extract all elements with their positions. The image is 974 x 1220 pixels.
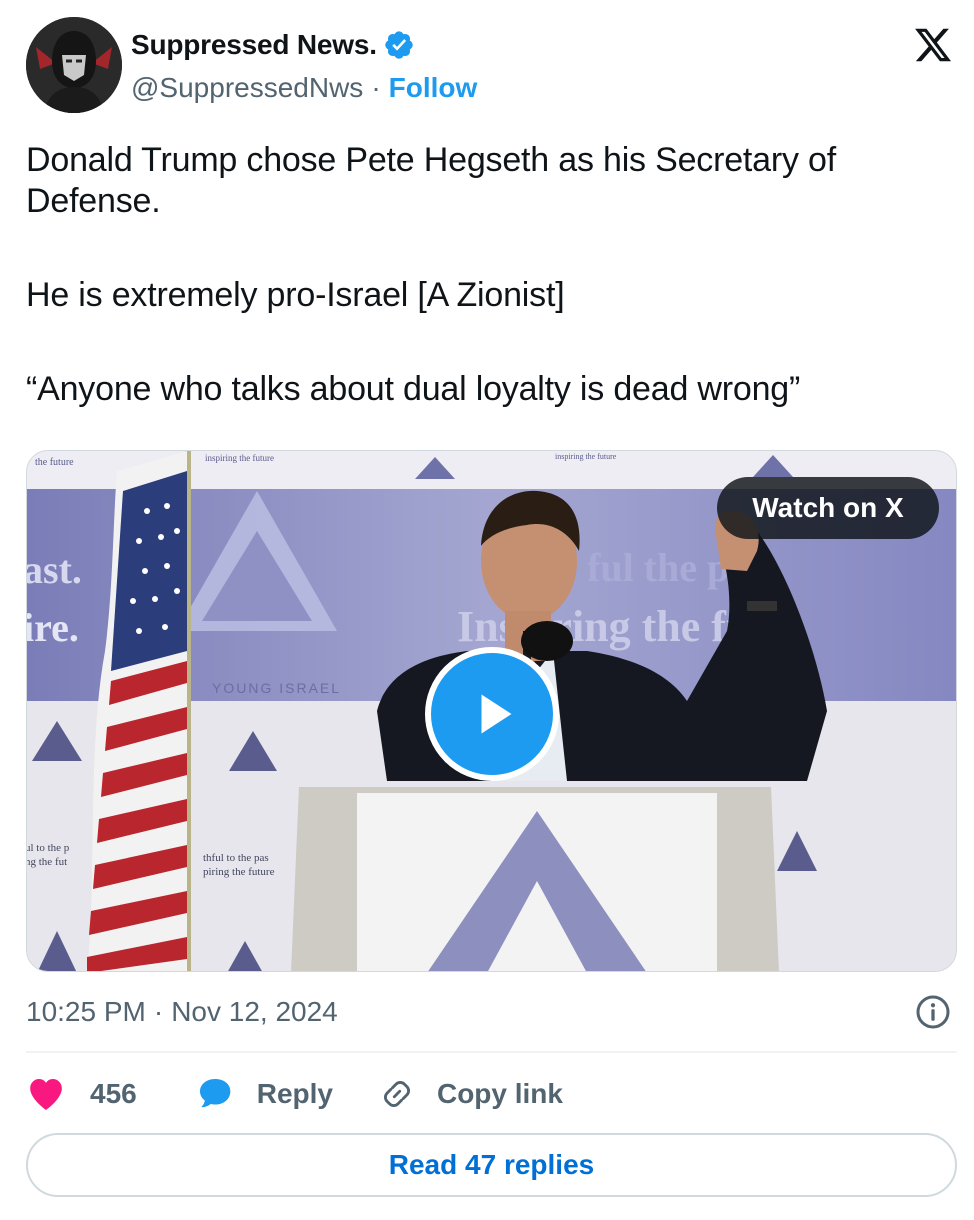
svg-text:inspiring the future: inspiring the future bbox=[205, 453, 274, 463]
reply-label: Reply bbox=[256, 1078, 333, 1109]
timestamp-separator: · bbox=[153, 996, 164, 1027]
read-replies-button[interactable]: Read 47 replies bbox=[26, 1133, 957, 1197]
like-button[interactable]: 456 bbox=[26, 1074, 137, 1114]
separator-dot: · bbox=[371, 72, 381, 103]
tweet-paragraph-2: He is extremely pro-Israel [A Zionist] bbox=[26, 276, 565, 314]
svg-text:YOUNG ISRAEL: YOUNG ISRAEL bbox=[212, 680, 341, 696]
tweet-embed: Suppressed News. @SuppressedNws · Follow… bbox=[0, 0, 974, 1220]
author-handle-row: @SuppressedNws · Follow bbox=[131, 70, 477, 106]
tweet-date: Nov 12, 2024 bbox=[171, 996, 338, 1027]
speech-bubble-icon bbox=[199, 1079, 231, 1108]
like-count: 456 bbox=[90, 1078, 137, 1109]
backdrop-text: the future bbox=[35, 457, 74, 468]
svg-text:ful the p: ful the p bbox=[587, 545, 729, 590]
link-icon bbox=[383, 1080, 410, 1108]
verified-badge-icon bbox=[383, 29, 415, 61]
tweet-text: Donald Trump chose Pete Hegseth as his S… bbox=[26, 140, 946, 410]
action-bar: 456 Reply Copy link bbox=[26, 1070, 563, 1118]
copy-link-button[interactable]: Copy link bbox=[379, 1076, 563, 1112]
heart-icon bbox=[30, 1079, 62, 1110]
author-handle[interactable]: @SuppressedNws bbox=[131, 72, 363, 104]
svg-text:piring the future: piring the future bbox=[203, 866, 275, 878]
author-avatar[interactable] bbox=[26, 17, 122, 113]
svg-text:thful to the pas: thful to the pas bbox=[203, 852, 269, 864]
avatar-image bbox=[26, 17, 122, 113]
play-button[interactable] bbox=[425, 647, 559, 781]
watch-on-x-button[interactable]: Watch on X bbox=[717, 477, 939, 539]
watch-on-x-label: Watch on X bbox=[752, 492, 904, 523]
timestamp[interactable]: 10:25 PM · Nov 12, 2024 bbox=[26, 992, 338, 1032]
tweet-paragraph-3: “Anyone who talks about dual loyalty is … bbox=[26, 370, 801, 408]
read-replies-label: Read 47 replies bbox=[388, 1149, 595, 1180]
x-logo-icon[interactable] bbox=[910, 25, 956, 65]
svg-text:ast.: ast. bbox=[27, 547, 82, 592]
svg-text:ul to the p: ul to the p bbox=[27, 842, 70, 854]
video-media[interactable]: the future inspiring the future inspirin… bbox=[26, 450, 957, 972]
tweet-paragraph-1: Donald Trump chose Pete Hegseth as his S… bbox=[26, 141, 837, 220]
play-icon bbox=[481, 694, 512, 734]
author-name[interactable]: Suppressed News. bbox=[131, 29, 377, 61]
tweet-time: 10:25 PM bbox=[26, 996, 146, 1027]
divider bbox=[26, 1051, 957, 1053]
reply-button[interactable]: Reply bbox=[195, 1074, 333, 1114]
author-name-row[interactable]: Suppressed News. bbox=[131, 27, 415, 63]
svg-text:ire.: ire. bbox=[27, 605, 79, 650]
svg-text:ng the fut: ng the fut bbox=[27, 856, 67, 868]
copy-link-label: Copy link bbox=[436, 1078, 563, 1109]
svg-text:inspiring the future: inspiring the future bbox=[555, 452, 617, 461]
info-icon[interactable] bbox=[915, 994, 951, 1030]
follow-link[interactable]: Follow bbox=[389, 72, 478, 104]
